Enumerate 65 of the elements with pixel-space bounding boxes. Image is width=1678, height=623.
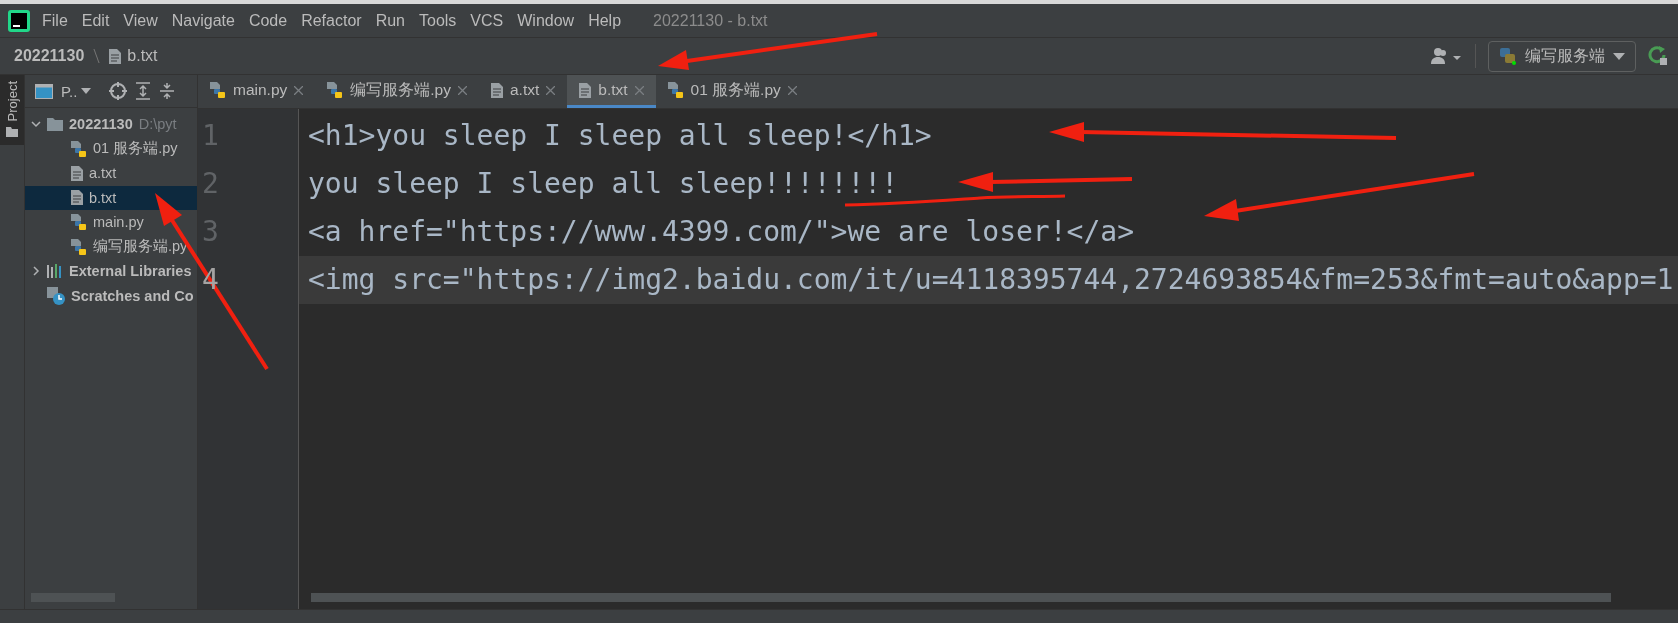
- caret-icon: [81, 88, 92, 94]
- editor-tab[interactable]: 编写服务端.py: [315, 75, 479, 108]
- library-icon: [47, 264, 63, 279]
- tree-item[interactable]: 编写服务端.py: [25, 234, 197, 259]
- project-tool-tab[interactable]: Project: [0, 75, 24, 146]
- editor-tab[interactable]: 01 服务端.py: [655, 75, 809, 108]
- tree-item[interactable]: 20221130 D:\pyt: [25, 112, 197, 137]
- locate-icon[interactable]: [109, 82, 128, 100]
- tree-item[interactable]: Scratches and Co: [25, 283, 197, 308]
- text-file-icon: [490, 82, 503, 98]
- menu-item[interactable]: Navigate: [171, 11, 235, 30]
- collapse-all-icon[interactable]: [159, 82, 176, 100]
- run-configuration-dropdown[interactable]: 编写服务端: [1488, 40, 1636, 72]
- breadcrumb-item[interactable]: 20221130: [14, 47, 85, 65]
- menu-item[interactable]: File: [42, 11, 68, 30]
- menu-item[interactable]: Window: [517, 11, 575, 30]
- python-file-icon: [71, 238, 87, 255]
- text-file-icon: [71, 165, 83, 181]
- breadcrumb-item[interactable]: b.txt: [127, 47, 158, 65]
- close-icon[interactable]: [457, 85, 467, 95]
- menu-item[interactable]: VCS: [470, 11, 504, 30]
- users-icon[interactable]: [1431, 47, 1463, 65]
- close-icon[interactable]: [546, 85, 556, 95]
- scrollbar-thumb[interactable]: [311, 592, 1611, 602]
- project-view-dropdown[interactable]: P..: [61, 82, 78, 100]
- tree-item[interactable]: a.txt: [25, 161, 197, 186]
- menu-item[interactable]: Help: [588, 11, 622, 30]
- python-icon: [1499, 47, 1517, 65]
- python-file-icon: [210, 82, 226, 98]
- window-icon: [35, 83, 53, 99]
- editor-tab[interactable]: main.py: [198, 75, 316, 108]
- expand-all-icon[interactable]: [135, 82, 152, 100]
- caret-icon: [1613, 52, 1625, 60]
- menu-item[interactable]: Code: [248, 11, 288, 30]
- folder-icon: [6, 127, 18, 138]
- editor-tab[interactable]: a.txt: [478, 75, 568, 108]
- editor-tab[interactable]: b.txt: [567, 75, 656, 108]
- menu-item[interactable]: Tools: [419, 11, 457, 30]
- window-title: 20221130 - b.txt: [653, 11, 768, 30]
- code-line: <img src="https://img2.baidu.com/it/u=4118395744,2724693854&fm=253&fmt=auto&app=1: [308, 263, 1674, 296]
- python-file-icon: [667, 82, 684, 98]
- tree-item[interactable]: External Libraries: [25, 259, 197, 284]
- code-line: <a href="https://www.4399.com/">we are loser!</a>: [308, 215, 1134, 248]
- close-icon[interactable]: [787, 85, 797, 95]
- python-file-icon: [71, 140, 87, 157]
- menu-item[interactable]: Refactor: [301, 11, 362, 30]
- tree-item[interactable]: main.py: [25, 210, 197, 235]
- text-file-icon: [109, 48, 122, 64]
- python-file-icon: [327, 82, 344, 98]
- folder-icon: [47, 117, 63, 131]
- app-logo-icon: [8, 9, 30, 32]
- python-file-icon: [71, 214, 87, 231]
- close-icon[interactable]: [294, 85, 304, 95]
- text-file-icon: [579, 82, 592, 98]
- code-line: you sleep I sleep all sleep!!!!!!!!: [308, 167, 898, 200]
- code-line: <h1>you sleep I sleep all sleep!</h1>: [308, 119, 932, 152]
- menu-item[interactable]: Edit: [81, 11, 110, 30]
- tree-item[interactable]: b.txt: [25, 185, 197, 210]
- menu-item[interactable]: View: [123, 11, 158, 30]
- close-icon[interactable]: [634, 85, 644, 95]
- scratch-clock-icon: [47, 286, 65, 305]
- text-file-icon: [71, 190, 83, 206]
- tree-item[interactable]: 01 服务端.py: [25, 136, 197, 161]
- rerun-icon[interactable]: [1648, 46, 1668, 66]
- menu-item[interactable]: Run: [375, 11, 405, 30]
